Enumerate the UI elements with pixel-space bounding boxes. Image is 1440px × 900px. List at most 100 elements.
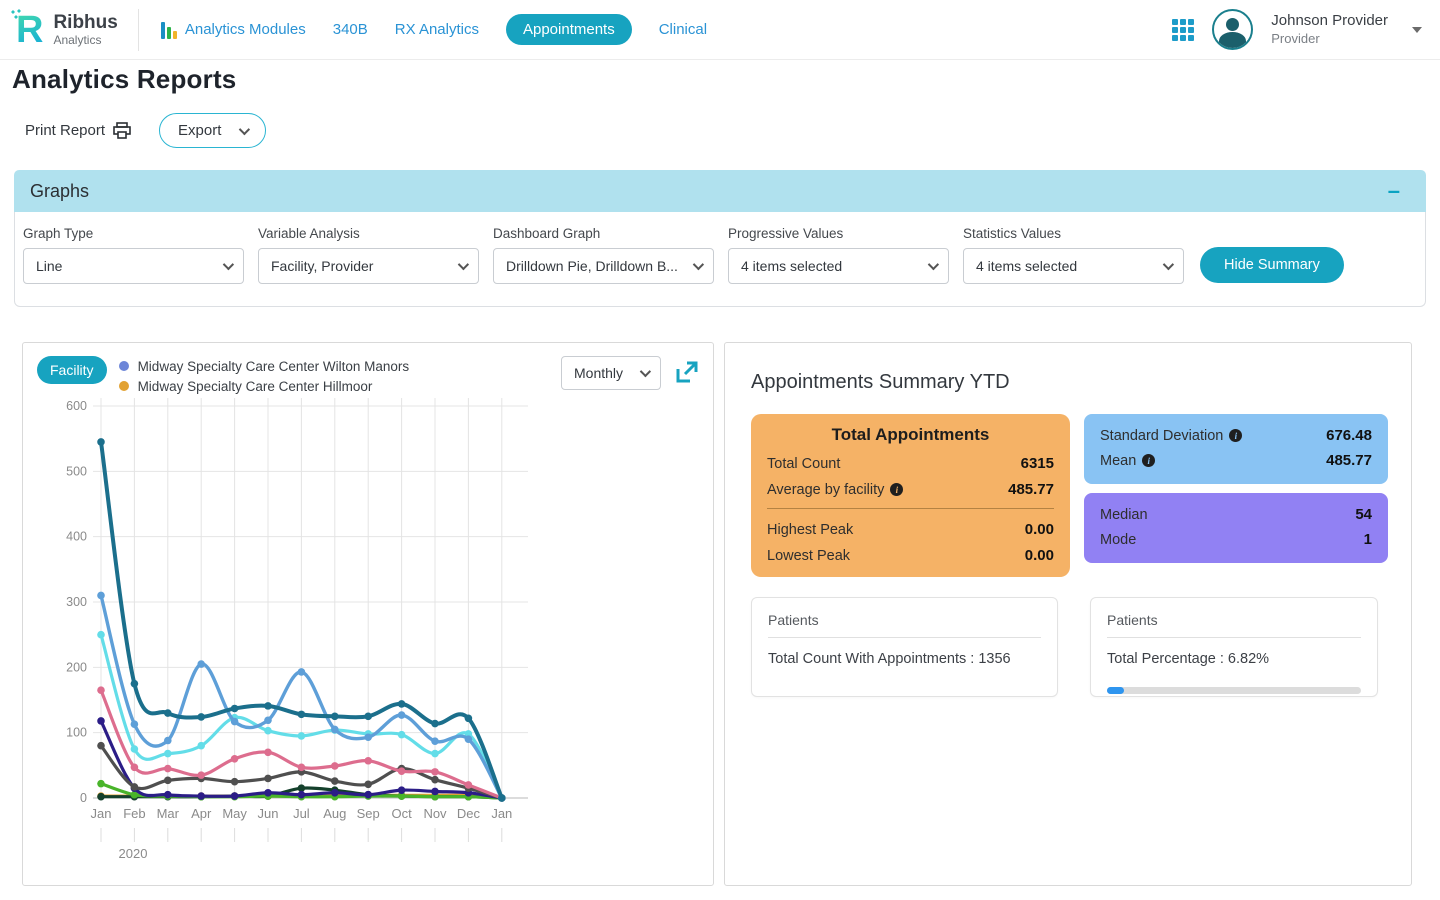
- selected-value: Facility, Provider: [271, 258, 450, 274]
- legend-item[interactable]: Midway Specialty Care Center Hillmoor: [119, 376, 555, 394]
- summary-grid: Total Appointments Total Count 6315 Aver…: [751, 414, 1393, 577]
- patients-percentage-card: Patients Total Percentage : 6.82%: [1090, 597, 1378, 697]
- patients-card-title: Patients: [1107, 612, 1361, 638]
- selected-value: 4 items selected: [741, 258, 920, 274]
- nav-340b[interactable]: 340B: [333, 21, 368, 38]
- logo-r-glyph: R: [16, 11, 43, 49]
- patients-row: Patients Total Count With Appointments :…: [751, 597, 1393, 697]
- legend-label: Midway Specialty Care Center Hillmoor: [138, 379, 373, 394]
- info-icon[interactable]: i: [890, 483, 903, 496]
- variable-analysis-select[interactable]: Facility, Provider: [258, 248, 479, 284]
- svg-text:Jul: Jul: [293, 806, 310, 821]
- std-mean-card: Standard Deviation i 676.48 Mean i 485.7…: [1084, 414, 1388, 484]
- top-navbar: R Ribhus Analytics Analytics Modules 340…: [0, 0, 1440, 60]
- statistics-values-select[interactable]: 4 items selected: [963, 248, 1184, 284]
- patients-card-title: Patients: [768, 612, 1041, 638]
- filter-statistics-values: Statistics Values 4 items selected: [963, 226, 1184, 284]
- user-avatar[interactable]: [1212, 9, 1253, 50]
- progressive-values-select[interactable]: 4 items selected: [728, 248, 949, 284]
- info-icon[interactable]: i: [1142, 454, 1155, 467]
- stat-label: Lowest Peak: [767, 548, 850, 564]
- svg-text:Oct: Oct: [391, 806, 412, 821]
- print-report-button[interactable]: Print Report: [25, 122, 131, 139]
- stat-row: Highest Peak 0.00: [767, 521, 1054, 538]
- stat-value: 54: [1355, 506, 1372, 523]
- stat-label: Median: [1100, 507, 1148, 523]
- chevron-down-icon: [693, 259, 704, 270]
- legend-dot: [119, 361, 129, 371]
- print-report-label: Print Report: [25, 122, 105, 139]
- user-menu-caret-icon[interactable]: [1412, 27, 1422, 33]
- printer-icon: [113, 122, 131, 139]
- svg-text:Dec: Dec: [457, 806, 481, 821]
- dashboard-graph-select[interactable]: Drilldown Pie, Drilldown B...: [493, 248, 714, 284]
- info-icon[interactable]: i: [1229, 429, 1242, 442]
- stat-label: Mode: [1100, 532, 1136, 548]
- patients-count-text: Total Count With Appointments : 1356: [768, 651, 1041, 667]
- chevron-down-icon: [458, 259, 469, 270]
- brand-name: Ribhus: [53, 13, 117, 33]
- graph-filters-panel: Graph Type Line Variable Analysis Facili…: [14, 212, 1426, 307]
- interval-select[interactable]: Monthly: [561, 356, 661, 390]
- svg-text:500: 500: [66, 464, 87, 478]
- percentage-progress-bar: [1107, 687, 1361, 694]
- chevron-down-icon: [928, 259, 939, 270]
- chevron-down-icon: [239, 123, 250, 134]
- stat-row: Average by facility i 485.77: [767, 481, 1054, 498]
- svg-text:Jan: Jan: [91, 806, 112, 821]
- svg-text:Jan: Jan: [491, 806, 512, 821]
- stat-label-text: Standard Deviation: [1100, 428, 1223, 444]
- svg-text:Jun: Jun: [258, 806, 279, 821]
- collapse-section-button[interactable]: –: [1388, 182, 1410, 200]
- logo-dots: [10, 9, 24, 21]
- user-name: Johnson Provider: [1271, 12, 1388, 30]
- apps-grid-icon[interactable]: [1172, 19, 1194, 41]
- stat-row: Lowest Peak 0.00: [767, 547, 1054, 564]
- content-row: Facility Midway Specialty Care Center Wi…: [0, 342, 1440, 886]
- expand-chart-icon[interactable]: [675, 360, 699, 384]
- filter-graph-type: Graph Type Line: [23, 226, 244, 284]
- filter-label: Statistics Values: [963, 226, 1184, 241]
- main-nav: Analytics Modules 340B RX Analytics Appo…: [161, 14, 707, 45]
- graphs-section-header[interactable]: Graphs –: [14, 170, 1426, 212]
- hide-summary-button[interactable]: Hide Summary: [1200, 247, 1344, 283]
- selected-value: Drilldown Pie, Drilldown B...: [506, 258, 685, 274]
- svg-text:Apr: Apr: [191, 806, 212, 821]
- progress-fill: [1107, 687, 1124, 694]
- stat-label-text: Average by facility: [767, 482, 884, 498]
- svg-text:0: 0: [80, 791, 87, 805]
- stat-label: Standard Deviation i: [1100, 428, 1242, 444]
- summary-title: Appointments Summary YTD: [751, 371, 1393, 394]
- stat-row: Mode 1: [1100, 531, 1372, 548]
- svg-text:Feb: Feb: [123, 806, 145, 821]
- stat-label: Highest Peak: [767, 522, 853, 538]
- nav-appointments[interactable]: Appointments: [506, 14, 632, 45]
- export-label: Export: [178, 122, 221, 139]
- nav-analytics-modules[interactable]: Analytics Modules: [161, 21, 306, 39]
- patients-percentage-text: Total Percentage : 6.82%: [1107, 651, 1361, 667]
- graph-type-select[interactable]: Line: [23, 248, 244, 284]
- legend-item[interactable]: Midway Specialty Care Center Wilton Mano…: [119, 356, 555, 376]
- svg-text:600: 600: [66, 399, 87, 413]
- nav-rx-analytics[interactable]: RX Analytics: [395, 21, 479, 38]
- median-mode-card: Median 54 Mode 1: [1084, 493, 1388, 563]
- graphs-section-title: Graphs: [30, 181, 89, 202]
- patients-count-card: Patients Total Count With Appointments :…: [751, 597, 1058, 697]
- brand-subtitle: Analytics: [53, 33, 117, 47]
- svg-text:300: 300: [66, 595, 87, 609]
- appointments-line-chart: 6005004003002001000JanFebMarAprMayJunJul…: [23, 396, 533, 866]
- svg-text:Mar: Mar: [157, 806, 180, 821]
- selected-value: Line: [36, 258, 215, 274]
- stat-row: Mean i 485.77: [1100, 452, 1372, 469]
- chevron-down-icon: [1163, 259, 1174, 270]
- page-title: Analytics Reports: [0, 60, 1440, 95]
- stat-value: 485.77: [1326, 452, 1372, 469]
- filter-label: Variable Analysis: [258, 226, 479, 241]
- export-button[interactable]: Export: [159, 113, 266, 148]
- user-meta: Johnson Provider Provider: [1271, 12, 1388, 48]
- nav-clinical[interactable]: Clinical: [659, 21, 707, 38]
- stat-row: Total Count 6315: [767, 455, 1054, 472]
- stat-value: 0.00: [1025, 547, 1054, 564]
- facility-group-pill[interactable]: Facility: [37, 356, 107, 384]
- svg-text:Nov: Nov: [423, 806, 447, 821]
